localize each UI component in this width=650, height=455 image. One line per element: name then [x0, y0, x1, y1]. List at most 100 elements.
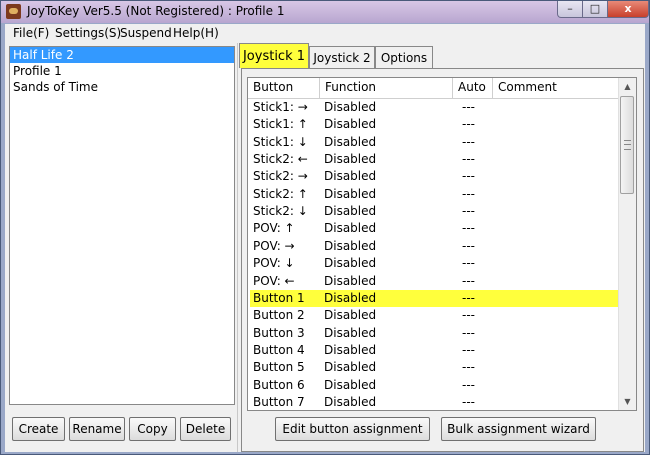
edit-button-assignment-button[interactable]: Edit button assignment [275, 417, 430, 441]
menu-bar: File(F) Settings(S) Suspend Help(H) [5, 24, 645, 43]
table-row[interactable]: Stick2: ← Disabled --- [250, 151, 620, 168]
profile-item-half-life-2[interactable]: Half Life 2 [10, 47, 234, 63]
cell-button: Button 5 [253, 360, 305, 375]
table-row[interactable]: POV: ← Disabled --- [250, 273, 620, 290]
cell-button: Stick1: ↑ [253, 117, 308, 132]
cell-button: Button 6 [253, 377, 305, 392]
column-header-function[interactable]: Function [320, 78, 453, 98]
table-row[interactable]: Stick2: ↑ Disabled --- [250, 186, 620, 203]
scrollbar-thumb[interactable] [620, 96, 634, 194]
cell-button: Button 3 [253, 325, 305, 340]
cell-function: Disabled [324, 256, 377, 271]
vertical-scrollbar[interactable]: ▲ ▼ [618, 78, 636, 410]
table-row[interactable]: POV: → Disabled --- [250, 238, 620, 255]
cell-auto: --- [462, 186, 475, 201]
cell-function: Disabled [324, 394, 377, 409]
table-row[interactable]: Button 5 Disabled --- [250, 359, 620, 376]
table-row[interactable]: Button 7 Disabled --- [250, 394, 620, 410]
cell-auto: --- [462, 117, 475, 132]
cell-auto: --- [462, 308, 475, 323]
copy-button[interactable]: Copy [129, 417, 176, 441]
grid-header: Button Function Auto Comment [248, 78, 620, 99]
cell-auto: --- [462, 100, 475, 114]
cell-auto: --- [462, 360, 475, 375]
cell-button: Stick2: ↑ [253, 186, 308, 201]
table-row[interactable]: POV: ↓ Disabled --- [250, 255, 620, 272]
cell-function: Disabled [324, 273, 377, 288]
cell-function: Disabled [324, 100, 377, 114]
cell-auto: --- [462, 204, 475, 219]
table-row[interactable]: Button 4 Disabled --- [250, 342, 620, 359]
table-row[interactable]: Stick2: ↓ Disabled --- [250, 203, 620, 220]
table-row[interactable]: Stick1: ↑ Disabled --- [250, 116, 620, 133]
grip-icon [624, 140, 631, 150]
cell-auto: --- [462, 377, 475, 392]
scroll-up-arrow-icon[interactable]: ▲ [619, 78, 636, 95]
cell-button: Stick1: → [253, 100, 308, 114]
table-row[interactable]: Button 6 Disabled --- [250, 377, 620, 394]
cell-function: Disabled [324, 377, 377, 392]
title-bar[interactable]: JoyToKey Ver5.5 (Not Registered) : Profi… [1, 1, 649, 23]
window-title: JoyToKey Ver5.5 (Not Registered) : Profi… [27, 4, 285, 18]
rename-button[interactable]: Rename [69, 417, 125, 441]
app-window: JoyToKey Ver5.5 (Not Registered) : Profi… [0, 0, 650, 455]
cell-button: Stick2: → [253, 169, 308, 184]
assignment-grid[interactable]: Button Function Auto Comment Stick1: → Di… [247, 77, 637, 411]
table-row[interactable]: Button 1 Disabled --- [250, 289, 620, 307]
cell-button: Stick2: ← [253, 152, 308, 167]
tab-joystick-1[interactable]: Joystick 1 [239, 43, 309, 68]
tab-options[interactable]: Options [375, 46, 433, 68]
cell-button: Stick1: ↓ [253, 134, 308, 149]
panel-splitter[interactable] [237, 43, 238, 452]
menu-help[interactable]: Help(H) [173, 26, 219, 40]
menu-settings[interactable]: Settings(S) [55, 26, 121, 40]
cell-button: POV: ← [253, 273, 295, 288]
cell-button: Stick2: ↓ [253, 204, 308, 219]
menu-suspend[interactable]: Suspend [120, 26, 172, 40]
maximize-button[interactable]: □ [582, 1, 608, 18]
create-button[interactable]: Create [12, 417, 65, 441]
cell-button: Button 4 [253, 342, 305, 357]
cell-button: POV: ↑ [253, 221, 295, 236]
cell-function: Disabled [324, 308, 377, 323]
menu-file[interactable]: File(F) [13, 26, 49, 40]
table-row[interactable]: POV: ↑ Disabled --- [250, 220, 620, 237]
cell-function: Disabled [324, 152, 377, 167]
cell-function: Disabled [324, 117, 377, 132]
bulk-assignment-wizard-button[interactable]: Bulk assignment wizard [441, 417, 596, 441]
cell-function: Disabled [324, 290, 377, 305]
cell-function: Disabled [324, 169, 377, 184]
close-button[interactable]: x [607, 1, 649, 18]
cell-function: Disabled [324, 221, 377, 236]
cell-button: Button 7 [253, 394, 305, 409]
column-header-auto[interactable]: Auto [453, 78, 493, 98]
joytokey-app-icon [6, 4, 21, 19]
cell-auto: --- [462, 134, 475, 149]
cell-auto: --- [462, 221, 475, 236]
cell-function: Disabled [324, 134, 377, 149]
profile-item-profile-1[interactable]: Profile 1 [10, 63, 234, 79]
cell-button: POV: → [253, 238, 295, 253]
cell-auto: --- [462, 256, 475, 271]
cell-function: Disabled [324, 325, 377, 340]
cell-auto: --- [462, 325, 475, 340]
profile-item-sands-of-time[interactable]: Sands of Time [10, 79, 234, 95]
cell-function: Disabled [324, 360, 377, 375]
delete-button[interactable]: Delete [180, 417, 231, 441]
scroll-down-arrow-icon[interactable]: ▼ [619, 393, 636, 410]
column-header-comment[interactable]: Comment [493, 78, 620, 98]
cell-function: Disabled [324, 238, 377, 253]
cell-auto: --- [462, 394, 475, 409]
tab-joystick-2[interactable]: Joystick 2 [309, 46, 375, 68]
column-header-button[interactable]: Button [248, 78, 320, 98]
joystick-1-panel: Button Function Auto Comment Stick1: → Di… [241, 68, 644, 452]
cell-button: Button 1 [253, 290, 305, 305]
table-row[interactable]: Button 2 Disabled --- [250, 307, 620, 324]
profile-list[interactable]: Half Life 2 Profile 1 Sands of Time [9, 46, 235, 405]
table-row[interactable]: Button 3 Disabled --- [250, 325, 620, 342]
table-row[interactable]: Stick2: → Disabled --- [250, 168, 620, 185]
table-row[interactable]: Stick1: ↓ Disabled --- [250, 134, 620, 151]
minimize-button[interactable]: – [557, 1, 583, 18]
cell-button: Button 2 [253, 308, 305, 323]
table-row[interactable]: Stick1: → Disabled --- [250, 99, 620, 116]
